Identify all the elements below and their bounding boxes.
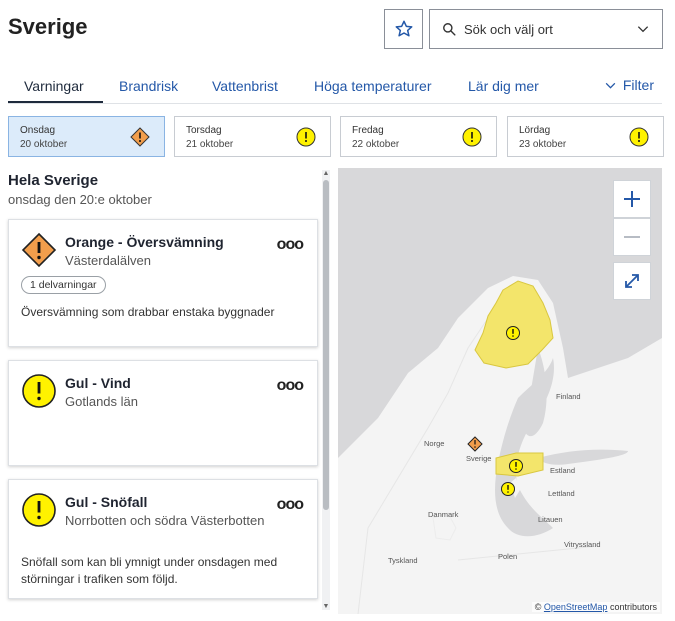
map-label-norge: Norge — [424, 439, 445, 448]
day-lordag[interactable]: Lördag 23 oktober — [507, 116, 664, 157]
yellow-warning-icon — [21, 492, 57, 533]
more-options-button[interactable]: ooo — [277, 377, 304, 395]
list-scrollbar[interactable]: ▲ ▼ — [322, 170, 330, 610]
more-options-button[interactable]: ooo — [277, 236, 304, 254]
minus-icon — [624, 236, 640, 238]
tab-varningar[interactable]: Varningar — [24, 78, 84, 94]
tab-hoga-temperaturer[interactable]: Höga temperaturer — [314, 78, 432, 94]
map-label-litauen: Litauen — [538, 515, 563, 524]
subwarning-badge[interactable]: 1 delvarningar — [21, 276, 106, 294]
zoom-out-button[interactable] — [613, 218, 651, 256]
warning-title: Orange - Översvämning — [65, 234, 224, 250]
expand-icon — [625, 274, 639, 288]
map-label-polen: Polen — [498, 552, 518, 561]
warning-card[interactable]: Gul - Snöfall Norrbotten och södra Väste… — [8, 479, 318, 599]
favorite-button[interactable] — [384, 9, 423, 49]
warning-description: Översvämning som drabbar enstaka byggnad… — [21, 305, 275, 319]
yellow-warning-icon[interactable] — [506, 326, 520, 340]
fullscreen-button[interactable] — [613, 262, 651, 300]
warning-card[interactable]: Gul - Vind Gotlands län ooo — [8, 360, 318, 466]
warning-title: Gul - Vind — [65, 375, 131, 391]
tab-brandrisk[interactable]: Brandrisk — [119, 78, 178, 94]
warning-description: Snöfall som kan bli ymnigt under onsdage… — [21, 555, 278, 586]
warning-map[interactable]: Finland Norge Sverige Estland Lettland D… — [338, 168, 662, 614]
zoom-in-button[interactable] — [613, 180, 651, 218]
filter-button[interactable]: Filter — [604, 77, 654, 93]
yellow-warning-icon[interactable] — [509, 459, 523, 473]
region-title: Hela Sverige — [8, 172, 99, 189]
warning-card[interactable]: Orange - Översvämning Västerdalälven ooo… — [8, 219, 318, 347]
map-label-sverige: Sverige — [466, 454, 492, 463]
search-icon — [443, 23, 456, 36]
tab-bar: Varningar Brandrisk Vattenbrist Höga tem… — [8, 72, 662, 104]
scroll-up-icon[interactable]: ▲ — [322, 170, 330, 177]
search-input[interactable]: Sök och välj ort — [464, 22, 636, 37]
yellow-warning-icon — [296, 127, 316, 152]
map-label-estland: Estland — [550, 466, 576, 475]
day-torsdag[interactable]: Torsdag 21 oktober — [174, 116, 331, 157]
warning-title: Gul - Snöfall — [65, 494, 148, 510]
day-fredag[interactable]: Fredag 22 oktober — [340, 116, 497, 157]
yellow-warning-icon — [21, 373, 57, 414]
more-options-button[interactable]: ooo — [277, 496, 304, 514]
yellow-warning-icon — [629, 127, 649, 152]
location-search[interactable]: Sök och välj ort — [429, 9, 663, 49]
orange-warning-icon — [21, 232, 57, 273]
region-date: onsdag den 20:e oktober — [8, 192, 152, 207]
active-tab-indicator — [8, 101, 103, 103]
map-attribution: © OpenStreetMap contributors — [531, 602, 660, 612]
yellow-warning-icon[interactable] — [501, 482, 515, 496]
yellow-warning-icon — [462, 127, 482, 152]
star-icon — [395, 20, 412, 37]
tab-vattenbrist[interactable]: Vattenbrist — [212, 78, 278, 94]
openstreetmap-link[interactable]: OpenStreetMap — [544, 602, 608, 612]
map-label-tyskland: Tyskland — [388, 556, 418, 565]
map-label-danmark: Danmark — [428, 510, 459, 519]
plus-icon — [624, 191, 640, 207]
scroll-down-icon[interactable]: ▼ — [322, 603, 330, 610]
filter-label: Filter — [622, 77, 654, 93]
day-onsdag[interactable]: Onsdag 20 oktober — [8, 116, 165, 157]
chevron-down-icon[interactable] — [636, 22, 650, 36]
tab-lar-dig-mer[interactable]: Lär dig mer — [468, 78, 539, 94]
warning-area: Norrbotten och södra Västerbotten — [65, 513, 265, 528]
warning-area: Västerdalälven — [65, 253, 151, 268]
warning-area: Gotlands län — [65, 394, 138, 409]
scrollbar-thumb[interactable] — [323, 180, 329, 510]
map-label-finland: Finland — [556, 392, 581, 401]
map-label-vitryssland: Vitryssland — [564, 540, 601, 549]
orange-warning-icon — [130, 127, 150, 152]
chevron-down-icon — [605, 82, 616, 89]
page-title: Sverige — [8, 14, 88, 39]
map-label-lettland: Lettland — [548, 489, 575, 498]
